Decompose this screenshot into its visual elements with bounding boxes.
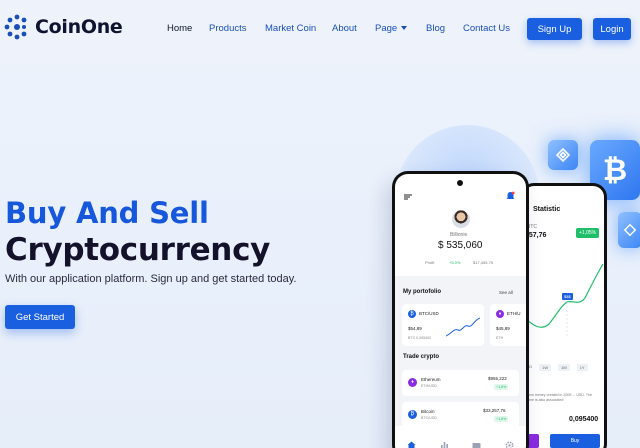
balance-value: $ 535,060 (438, 240, 483, 251)
btc-coin-icon: ₿ (408, 410, 417, 419)
nav-blog[interactable]: Blog (426, 23, 445, 34)
see-all-link[interactable]: See all (499, 290, 513, 295)
coinone-logo-icon (4, 14, 27, 40)
login-button[interactable]: Login (593, 18, 631, 40)
brand-name: CoinOne (35, 16, 123, 38)
eth-coin-icon: ♦ (496, 310, 504, 318)
trade-title: Trade crypto (403, 354, 440, 360)
hero-subtitle: With our application platform. Sign up a… (5, 273, 297, 285)
trade-price: $955,222 (488, 376, 507, 381)
chart-icon[interactable] (440, 441, 449, 448)
statistic-line-chart (523, 263, 604, 336)
statistic-description: ...ons money created in 2009 ... USD. Th… (525, 393, 593, 402)
range-tabs: 1D 1W 1M 1Y (527, 364, 588, 371)
statistic-amount: 0,095400 (569, 416, 599, 423)
chevron-down-icon (401, 26, 408, 31)
trade-row-ethereum[interactable]: ♦ Ethereum ETH/USD $955,222 +1,8% (402, 370, 519, 396)
brand-logo[interactable]: CoinOne (4, 14, 123, 40)
portfolio-amount: BTC 0,095400 (408, 336, 432, 340)
nav-page[interactable]: Page (375, 23, 408, 34)
nav-page-label: Page (375, 23, 398, 34)
nav-market-coin[interactable]: Market Coin (265, 23, 316, 34)
phone-wallet-mockup: Billionie $ 535,060 Profit +5.0% $17,455… (392, 171, 529, 448)
nav-about[interactable]: About (332, 23, 357, 34)
portfolio-price: $45,89 (496, 326, 510, 331)
portfolio-title: My portofolio (403, 289, 441, 295)
trade-change: +1,8% (494, 384, 509, 390)
profit-percent: +5.0% (449, 260, 461, 265)
portfolio-price: $54,89 (408, 326, 422, 331)
avatar (452, 210, 470, 228)
trade-name: Bitcoin (421, 409, 435, 414)
menu-icon[interactable] (404, 194, 412, 200)
range-tab-1y[interactable]: 1Y (576, 364, 588, 371)
trade-row-bitcoin[interactable]: ₿ Bitcoin BTC/USD $33,257,76 +1,8% (402, 402, 519, 428)
statistic-screen: Statistic BTC 257,76 +1,05% $$$ 1D 1W 1M… (523, 186, 604, 448)
btc-coin-icon: ₿ (408, 310, 416, 318)
profit-amount: $17,455.75 (473, 260, 494, 265)
statistic-change-badge: +1,05% (576, 228, 600, 238)
camera-notch (457, 180, 463, 186)
eth-coin-icon: ♦ (408, 378, 417, 387)
top-navbar: CoinOne Home Products Market Coin About … (0, 0, 640, 58)
nav-home[interactable]: Home (167, 23, 192, 34)
portfolio-pair: BTC/USD (419, 311, 439, 316)
wallet-icon[interactable] (472, 441, 481, 448)
buy-button[interactable]: Buy (550, 434, 600, 448)
wallet-screen: Billionie $ 535,060 Profit +5.0% $17,455… (395, 174, 526, 448)
profit-label: Profit (425, 260, 435, 265)
home-icon[interactable] (407, 441, 416, 448)
statistic-tooltip: $$$ (562, 293, 573, 300)
portfolio-amount: ETH (496, 336, 504, 340)
portfolio-pair: ETH/U (507, 311, 521, 316)
portfolio-card-btc[interactable]: ₿ BTC/USD $54,89 BTC 0,095400 (402, 304, 484, 346)
get-started-button[interactable]: Get Started (5, 305, 75, 329)
range-tab-1w[interactable]: 1W (539, 364, 552, 371)
portfolio-card-eth[interactable]: ♦ ETH/U $45,89 ETH (490, 304, 526, 346)
binance-icon (548, 140, 578, 170)
bottom-tab-bar (395, 432, 526, 448)
nav-products[interactable]: Products (209, 23, 247, 34)
statistic-title: Statistic (533, 206, 561, 213)
user-name: Billionie (450, 232, 468, 238)
trade-pair: BTC/USD (421, 416, 437, 420)
phone-statistic-mockup: Statistic BTC 257,76 +1,05% $$$ 1D 1W 1M… (520, 183, 607, 448)
sign-up-button[interactable]: Sign Up (527, 18, 582, 40)
binance-icon (618, 212, 640, 248)
bell-icon[interactable] (506, 191, 515, 201)
trade-price: $33,257,76 (483, 408, 506, 413)
binance-diamond-icon (623, 223, 637, 237)
trade-name: Ethereum (421, 377, 441, 382)
hero-title-line1: Buy And Sell (5, 196, 209, 230)
settings-icon[interactable] (505, 441, 514, 448)
binance-diamond-icon (555, 147, 571, 163)
hero-title-line2: Cryptocurrency (5, 232, 271, 268)
nav-contact-us[interactable]: Contact Us (463, 23, 510, 34)
portfolio-sparkline (446, 317, 480, 337)
range-tab-1m[interactable]: 1M (558, 364, 570, 371)
trade-change: +1,8% (494, 416, 509, 422)
trade-pair: ETH/USD (421, 384, 437, 388)
